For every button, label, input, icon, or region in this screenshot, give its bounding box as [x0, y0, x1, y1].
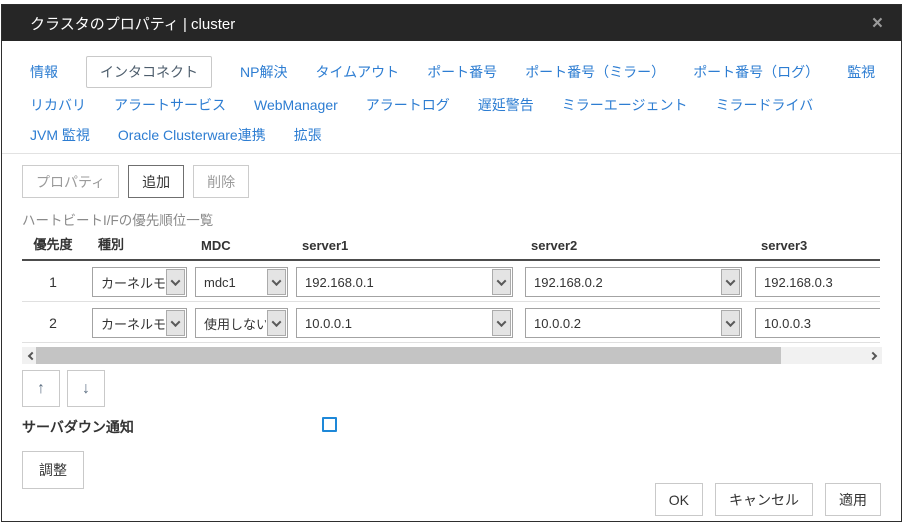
server1-select-value: 10.0.0.1: [297, 316, 491, 331]
type-select[interactable]: カーネルモ: [92, 308, 187, 338]
column-header-priority: 優先度: [22, 234, 84, 253]
close-icon[interactable]: ×: [872, 14, 883, 33]
tab-timeout[interactable]: タイムアウト: [315, 62, 399, 82]
heartbeat-table-header: 優先度 種別 MDC server1 server2 server3: [22, 234, 880, 261]
move-up-button[interactable]: ↑: [22, 370, 60, 407]
chevron-down-icon[interactable]: [267, 269, 286, 295]
footer-buttons: OK キャンセル 適用: [655, 483, 881, 516]
cancel-button[interactable]: キャンセル: [715, 483, 813, 516]
tab-port-number[interactable]: ポート番号: [427, 62, 497, 82]
scrollbar-thumb[interactable]: [36, 347, 781, 364]
tab-alert-log[interactable]: アラートログ: [366, 95, 450, 115]
dialog-content: プロパティ 追加 削除 ハートビートI/Fの優先順位一覧 優先度 種別 MDC …: [2, 165, 901, 489]
dialog-titlebar: クラスタのプロパティ | cluster ×: [2, 5, 901, 41]
tab-monitor[interactable]: 監視: [847, 62, 875, 82]
move-down-button[interactable]: ↓: [67, 370, 105, 407]
horizontal-scrollbar[interactable]: [22, 347, 882, 364]
chevron-down-icon[interactable]: [721, 269, 740, 295]
chevron-down-icon[interactable]: [721, 310, 740, 336]
server-down-notify-row: サーバダウン通知: [22, 417, 879, 435]
server1-select[interactable]: 192.168.0.1: [296, 267, 513, 297]
tab-mirror-agent[interactable]: ミラーエージェント: [562, 95, 688, 115]
server2-select-value: 10.0.0.2: [526, 316, 720, 331]
column-header-server2: server2: [525, 238, 742, 253]
chevron-down-icon[interactable]: [492, 310, 511, 336]
mdc-select[interactable]: 使用しない: [195, 308, 288, 338]
dialog-title: クラスタのプロパティ | cluster: [30, 13, 235, 34]
tab-recovery[interactable]: リカバリ: [30, 95, 86, 115]
tab-port-number-log[interactable]: ポート番号（ログ）: [693, 62, 819, 82]
arrow-down-icon: ↓: [82, 380, 90, 398]
server-down-notify-checkbox[interactable]: [322, 417, 337, 432]
chevron-down-icon[interactable]: [166, 310, 185, 336]
table-row: 2 カーネルモ 使用しない 10.0.0.1 10.0.0.2: [22, 302, 880, 343]
server2-select-value: 192.168.0.2: [526, 275, 720, 290]
add-button[interactable]: 追加: [128, 165, 184, 198]
chevron-down-icon[interactable]: [166, 269, 185, 295]
properties-button[interactable]: プロパティ: [22, 165, 119, 198]
reorder-controls: ↑ ↓: [22, 370, 879, 407]
toolbar: プロパティ 追加 削除: [22, 165, 879, 198]
tune-button[interactable]: 調整: [22, 451, 84, 489]
server-down-notify-label: サーバダウン通知: [22, 419, 134, 435]
chevron-down-icon[interactable]: [267, 310, 286, 336]
mdc-select-value: 使用しない: [196, 314, 266, 333]
tab-row-1: 情報 インタコネクト NP解決 タイムアウト ポート番号 ポート番号（ミラー） …: [30, 57, 873, 87]
apply-button[interactable]: 適用: [825, 483, 881, 516]
server2-select[interactable]: 10.0.0.2: [525, 308, 742, 338]
scroll-right-icon[interactable]: [866, 347, 882, 364]
tab-row-3: JVM 監視 Oracle Clusterware連携 拡張: [30, 123, 873, 147]
tab-alert-service[interactable]: アラートサービス: [114, 95, 226, 115]
tab-port-number-mirror[interactable]: ポート番号（ミラー）: [525, 62, 665, 82]
server3-select-value: 10.0.0.3: [756, 316, 880, 331]
remove-button[interactable]: 削除: [193, 165, 249, 198]
tab-info[interactable]: 情報: [30, 62, 58, 82]
ok-button[interactable]: OK: [655, 483, 703, 516]
priority-value: 1: [22, 274, 84, 290]
arrow-up-icon: ↑: [37, 380, 45, 398]
heartbeat-section-label: ハートビートI/Fの優先順位一覧: [22, 209, 879, 229]
type-select-value: カーネルモ: [93, 273, 165, 292]
tab-extension[interactable]: 拡張: [294, 125, 322, 145]
tab-bar: 情報 インタコネクト NP解決 タイムアウト ポート番号 ポート番号（ミラー） …: [2, 41, 901, 154]
column-header-type: 種別: [92, 234, 187, 253]
server3-select-value: 192.168.0.3: [756, 275, 880, 290]
type-select-value: カーネルモ: [93, 314, 165, 333]
server2-select[interactable]: 192.168.0.2: [525, 267, 742, 297]
server3-select[interactable]: 10.0.0.3: [755, 308, 880, 338]
tab-row-2: リカバリ アラートサービス WebManager アラートログ 遅延警告 ミラー…: [30, 93, 873, 117]
cluster-properties-dialog: クラスタのプロパティ | cluster × 情報 インタコネクト NP解決 タ…: [1, 4, 902, 522]
type-select[interactable]: カーネルモ: [92, 267, 187, 297]
column-header-server3: server3: [755, 238, 880, 253]
server1-select-value: 192.168.0.1: [297, 275, 491, 290]
priority-value: 2: [22, 315, 84, 331]
tab-np-resolution[interactable]: NP解決: [240, 62, 287, 82]
tab-interconnect[interactable]: インタコネクト: [86, 56, 212, 88]
tab-jvm-monitor[interactable]: JVM 監視: [30, 125, 90, 145]
tab-oracle-clusterware[interactable]: Oracle Clusterware連携: [118, 125, 266, 145]
mdc-select[interactable]: mdc1: [195, 267, 288, 297]
server3-select[interactable]: 192.168.0.3: [755, 267, 880, 297]
chevron-down-icon[interactable]: [492, 269, 511, 295]
tab-mirror-driver[interactable]: ミラードライバ: [716, 95, 814, 115]
table-row: 1 カーネルモ mdc1 192.168.0.1 192.168.0.2: [22, 261, 880, 302]
mdc-select-value: mdc1: [196, 275, 266, 290]
column-header-mdc: MDC: [195, 238, 288, 253]
tab-webmanager[interactable]: WebManager: [254, 97, 338, 113]
column-header-server1: server1: [296, 238, 513, 253]
server1-select[interactable]: 10.0.0.1: [296, 308, 513, 338]
heartbeat-table: 優先度 種別 MDC server1 server2 server3 1 カーネ…: [22, 234, 880, 343]
tab-delay-warning[interactable]: 遅延警告: [478, 95, 534, 115]
